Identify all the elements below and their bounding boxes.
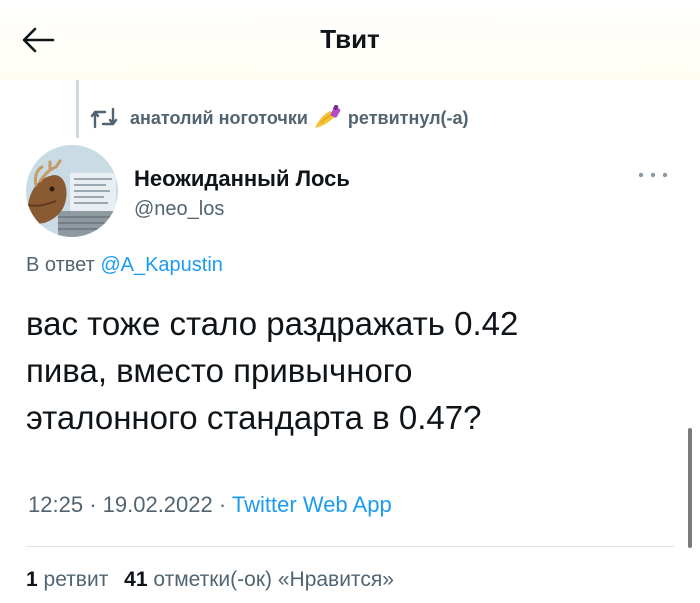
page-title: Твит (320, 24, 380, 54)
nail-polish-emoji-icon (314, 105, 341, 128)
tweet-line: вас тоже стало раздражать 0.42 (26, 305, 519, 342)
retweet-context[interactable]: анатолий ноготочки ретвитнул(-а) (90, 104, 469, 132)
tweet-line: эталонного стандарта в 0.47? (26, 399, 482, 436)
tweet-stats: 1 ретвит 41 отметки(-ок) «Нравится» (26, 568, 394, 592)
likes-stat[interactable]: 41 отметки(-ок) «Нравится» (124, 568, 394, 591)
avatar[interactable] (26, 145, 118, 237)
thread-line (76, 80, 79, 138)
reply-prefix: В ответ (26, 254, 95, 276)
retweets-count: 1 (26, 568, 38, 591)
likes-label: отметки(-ок) «Нравится» (153, 568, 394, 591)
tweet-time[interactable]: 12:25 (28, 492, 83, 517)
likes-count: 41 (124, 568, 148, 591)
retweets-stat[interactable]: 1 ретвит (26, 568, 108, 591)
moose-avatar-image (26, 145, 118, 237)
retweets-label: ретвит (43, 568, 109, 591)
display-name[interactable]: Неожиданный Лось (134, 166, 350, 192)
separator: · (218, 492, 227, 517)
separator: · (89, 492, 97, 517)
tweet-text: вас тоже стало раздражать 0.42 пива, вме… (26, 300, 666, 441)
top-bar: Твит (0, 0, 700, 80)
divider (26, 546, 674, 547)
user-handle[interactable]: @neo_los (134, 198, 224, 221)
tweet-line: пива, вместо привычного (26, 352, 413, 389)
reply-mention-link[interactable]: @A_Kapustin (100, 254, 223, 276)
more-dots-icon (638, 172, 668, 178)
reply-context: В ответ @A_Kapustin (26, 254, 223, 277)
tweet-date[interactable]: 19.02.2022 (103, 492, 213, 517)
more-options-button[interactable] (636, 166, 672, 186)
scrollbar[interactable] (688, 428, 692, 548)
retweet-suffix: ретвитнул(-а) (347, 107, 469, 128)
retweet-icon (90, 107, 118, 129)
source-app-link[interactable]: Twitter Web App (232, 492, 392, 517)
tweet-metadata: 12:25 · 19.02.2022 · Twitter Web App (28, 492, 392, 518)
retweeter-name: анатолий ноготочки (130, 107, 308, 128)
